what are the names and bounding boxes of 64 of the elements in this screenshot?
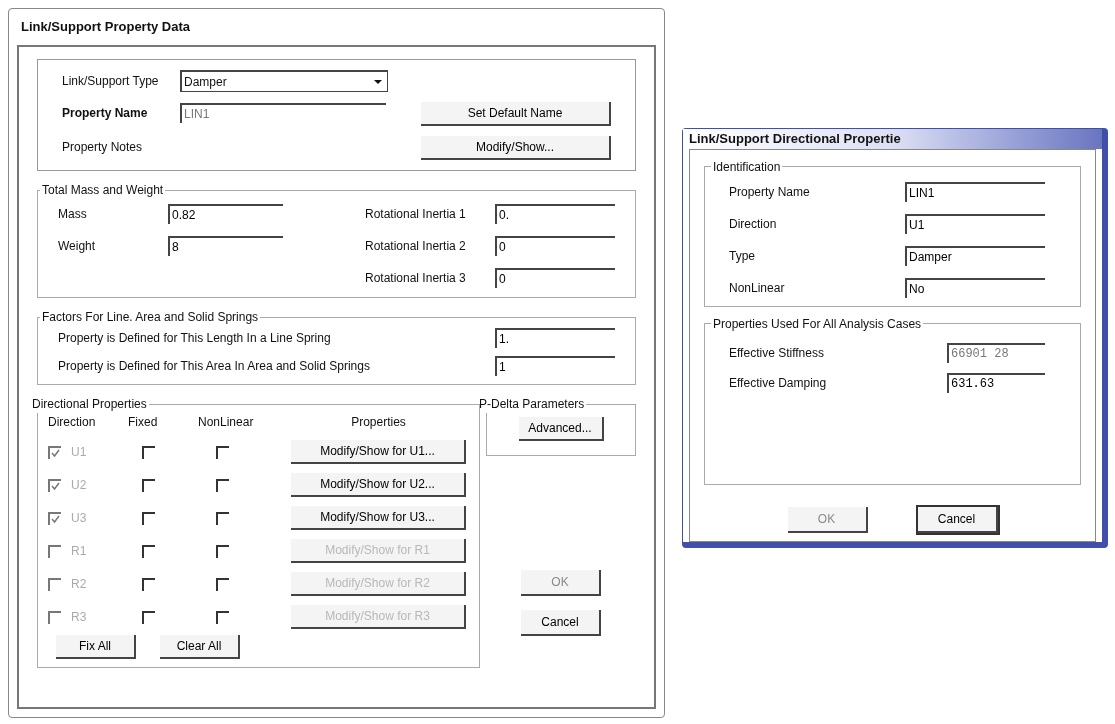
field-label: Rotational Inertia 3 xyxy=(365,270,467,287)
field-label: Property Name xyxy=(62,105,149,122)
field-label: NonLinear xyxy=(729,279,786,297)
text-field[interactable]: 0. xyxy=(495,204,615,224)
name-field[interactable]: LIN1 xyxy=(180,103,386,123)
direction-label: U1 xyxy=(71,444,87,461)
field-label: Effective Stiffness xyxy=(729,344,825,362)
checkmark-icon xyxy=(51,481,60,491)
modify-show-button[interactable]: Modify/Show for U3... xyxy=(291,506,466,530)
type-dropdown[interactable]: Damper xyxy=(180,70,388,92)
column-header: Direction xyxy=(48,414,97,431)
text-field[interactable]: 0 xyxy=(495,268,615,288)
checkmark-icon xyxy=(51,514,60,524)
text-field[interactable]: 631.63 xyxy=(947,372,1045,393)
direction-label: R3 xyxy=(71,609,87,626)
field-label: Mass xyxy=(58,206,88,223)
group-title: Factors For Line. Area and Solid Springs xyxy=(41,309,260,326)
text-field[interactable]: No xyxy=(905,277,1045,298)
group-title: Total Mass and Weight xyxy=(41,182,165,199)
text-field[interactable]: 1 xyxy=(495,356,615,376)
checkbox[interactable] xyxy=(48,478,61,492)
action-button[interactable]: Fix All xyxy=(56,635,136,659)
field-label: Weight xyxy=(58,238,97,255)
text-field[interactable]: 8 xyxy=(168,236,283,256)
field-label: Property Notes xyxy=(62,139,144,156)
modify-show-button[interactable]: Modify/Show for U2... xyxy=(291,473,466,497)
checkbox[interactable] xyxy=(48,511,61,525)
column-header: Fixed xyxy=(128,414,159,431)
column-header: NonLinear xyxy=(198,414,255,431)
field-label: Link/Support Type xyxy=(62,73,160,90)
field-label: Property Name xyxy=(729,183,811,201)
field-label: Property is Defined for This Length In a Line Spring xyxy=(58,330,331,347)
window-title: Link/Support Directional Propertie xyxy=(689,130,901,148)
modify-show-button[interactable]: Modify/Show for U1... xyxy=(291,440,466,464)
field-label: Effective Damping xyxy=(729,374,828,392)
text-field[interactable]: U1 xyxy=(905,213,1045,234)
group-title: Identification xyxy=(712,158,782,176)
text-field[interactable]: 0.82 xyxy=(168,204,283,224)
direction-label: U2 xyxy=(71,477,87,494)
direction-label: R1 xyxy=(71,543,87,560)
field-label: Rotational Inertia 1 xyxy=(365,206,467,223)
direction-label: U3 xyxy=(71,510,87,527)
text-field[interactable]: 0 xyxy=(495,236,615,256)
set-default-name-button[interactable]: Set Default Name xyxy=(421,102,611,126)
checkmark-icon xyxy=(51,448,60,458)
modify-show-button[interactable]: Modify/Show... xyxy=(421,136,611,160)
dialog-button[interactable]: Cancel xyxy=(917,506,998,533)
dialog-button[interactable]: Cancel xyxy=(521,610,601,636)
text-field[interactable]: 1. xyxy=(495,328,615,348)
checkbox[interactable] xyxy=(48,445,61,459)
advanced-button[interactable]: Advanced... xyxy=(518,417,604,441)
action-button[interactable]: Clear All xyxy=(160,635,240,659)
group-title: Directional Properties xyxy=(31,396,148,413)
field-label: Property is Defined for This Area In Area and Solid Springs xyxy=(58,358,370,375)
field-label: Type xyxy=(729,247,756,265)
field-label: Direction xyxy=(729,215,778,233)
column-header: Properties xyxy=(351,414,406,431)
text-field[interactable]: LIN1 xyxy=(905,181,1045,202)
window-title: Link/Support Property Data xyxy=(20,18,192,37)
group-title: Properties Used For All Analysis Cases xyxy=(712,315,923,333)
direction-label: R2 xyxy=(71,576,87,593)
field-label: Rotational Inertia 2 xyxy=(365,238,467,255)
text-field[interactable]: Damper xyxy=(905,245,1045,266)
group-title: P-Delta Parameters xyxy=(478,396,586,413)
